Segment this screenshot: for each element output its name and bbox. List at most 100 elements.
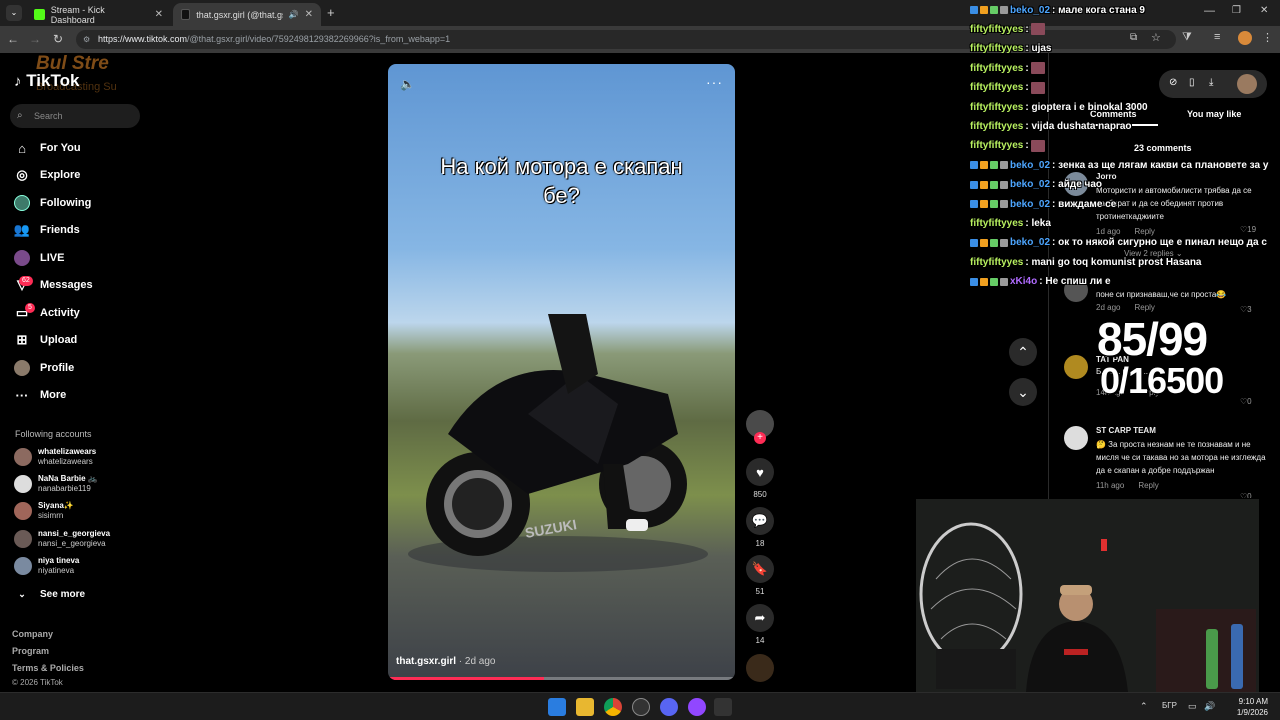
- following-accounts-title: Following accounts: [15, 429, 92, 439]
- chrome-icon[interactable]: [604, 698, 622, 716]
- volume-icon[interactable]: 🔈: [400, 77, 415, 91]
- chat-username[interactable]: beko_02: [1010, 160, 1050, 171]
- comment-button[interactable]: 💬 18: [745, 507, 775, 548]
- chat-username[interactable]: fiftyfiftyyes: [970, 140, 1023, 151]
- video-author[interactable]: that.gsxr.girl · 2d ago: [396, 656, 496, 667]
- comment-icon: 💬: [746, 507, 774, 535]
- chat-text: :: [1025, 62, 1029, 74]
- chat-username[interactable]: fiftyfiftyyes: [970, 218, 1023, 229]
- chat-message: beko_02: виждаме се: [970, 195, 1116, 213]
- chat-emote-icon: [1030, 139, 1045, 152]
- chat-username[interactable]: beko_02: [1010, 237, 1050, 248]
- see-more-button[interactable]: ⌄ See more: [14, 584, 85, 604]
- tray-overflow-icon[interactable]: ⌃: [1140, 701, 1148, 712]
- chat-text: : мале кога стана 9: [1052, 4, 1145, 16]
- chat-text: : зенка аз ще лягам какви са плановете з…: [1052, 159, 1269, 171]
- share-button[interactable]: ➦ 14: [745, 604, 775, 645]
- chat-badge-icon: [970, 238, 978, 247]
- chat-emote-icon: [1030, 81, 1045, 94]
- footer-company-link[interactable]: Company: [12, 629, 53, 639]
- reply-button[interactable]: Reply: [1138, 481, 1158, 490]
- save-button[interactable]: 🔖 51: [745, 555, 775, 596]
- next-video-button[interactable]: ⌄: [1009, 378, 1037, 406]
- chat-message: fiftyfiftyyes: leka: [970, 214, 1051, 232]
- nav-activity[interactable]: ▭ Activity: [14, 303, 80, 323]
- nav-for-you[interactable]: ⌂ For You: [14, 138, 80, 158]
- obs-icon[interactable]: [632, 698, 650, 716]
- motorcycle-image: SUZUKI: [408, 314, 708, 572]
- chat-message: fiftyfiftyyes:: [970, 20, 1045, 38]
- nav-upload[interactable]: ⊞ Upload: [14, 330, 78, 350]
- comment-like-button[interactable]: ♡0: [1240, 397, 1252, 406]
- following-account[interactable]: niya tineva niyatineva: [14, 554, 79, 578]
- comment-like-button[interactable]: ♡3: [1240, 305, 1252, 314]
- tab-tiktok[interactable]: that.gsxr.girl (@that.gsxr.gi 🔊 ✕: [173, 3, 321, 26]
- twitch-icon[interactable]: [688, 698, 706, 716]
- site-info-icon[interactable]: ⚙: [83, 30, 90, 49]
- avatar[interactable]: [1064, 426, 1088, 450]
- nav-following[interactable]: Following: [14, 193, 91, 213]
- chat-username[interactable]: fiftyfiftyyes: [970, 121, 1023, 132]
- chat-username[interactable]: fiftyfiftyyes: [970, 82, 1023, 93]
- nav-explore[interactable]: ◎ Explore: [14, 165, 80, 185]
- chat-username[interactable]: beko_02: [1010, 199, 1050, 210]
- nav-friends[interactable]: 👥 Friends: [14, 220, 80, 240]
- follow-plus-icon[interactable]: +: [754, 432, 766, 444]
- like-button[interactable]: ♥ 850: [745, 458, 775, 499]
- chat-username[interactable]: beko_02: [1010, 5, 1050, 16]
- reply-button[interactable]: Reply: [1134, 303, 1154, 312]
- video-progress-fill: [388, 677, 545, 680]
- following-account[interactable]: Siyana✨ sisimrn: [14, 499, 74, 523]
- author-avatar-button[interactable]: +: [745, 410, 775, 444]
- discord-icon[interactable]: [660, 698, 678, 716]
- chat-badge-icon: [990, 200, 998, 208]
- tray-clock[interactable]: 9:10 AM 1/9/2026: [1237, 696, 1268, 718]
- video-progress-bar[interactable]: [388, 677, 735, 680]
- windows-start-icon[interactable]: [548, 698, 566, 716]
- chat-username[interactable]: xKi4o: [1010, 276, 1037, 287]
- audio-icon[interactable]: 🔊: [289, 10, 299, 19]
- comment-like-button[interactable]: ♡0: [1240, 492, 1252, 498]
- chat-username[interactable]: fiftyfiftyyes: [970, 43, 1023, 54]
- sound-button[interactable]: [745, 654, 775, 686]
- back-button[interactable]: ←: [4, 30, 22, 48]
- nav-profile[interactable]: Profile: [14, 358, 74, 378]
- video-player[interactable]: 🔈 ··· На кой мотора е скапан бе? SUZUKI …: [388, 64, 735, 680]
- chat-username[interactable]: fiftyfiftyyes: [970, 24, 1023, 35]
- following-account[interactable]: NaNa Barbie 🚲 nanabarbie119: [14, 472, 98, 496]
- nav-live[interactable]: LIVE: [14, 248, 64, 268]
- chat-username[interactable]: fiftyfiftyyes: [970, 257, 1023, 268]
- avatar[interactable]: [1064, 355, 1088, 379]
- terminal-icon[interactable]: [714, 698, 732, 716]
- search-input[interactable]: ⌕ Search: [10, 104, 140, 128]
- chat-username[interactable]: fiftyfiftyyes: [970, 63, 1023, 74]
- video-more-icon[interactable]: ···: [706, 74, 723, 90]
- forward-button[interactable]: →: [26, 30, 44, 48]
- following-account[interactable]: whatelizawears whatelizawears: [14, 445, 96, 469]
- keyboard-language[interactable]: БГР: [1162, 701, 1177, 710]
- close-icon[interactable]: ✕: [305, 9, 313, 20]
- chat-badge-icon: [980, 6, 988, 14]
- file-explorer-icon[interactable]: [576, 698, 594, 716]
- footer-terms-link[interactable]: Terms & Policies: [12, 663, 84, 673]
- stream-chat-overlay: beko_02: мале кога стана 9 fiftyfiftyyes:…: [970, 0, 1280, 300]
- chat-text: :: [1025, 140, 1029, 152]
- reload-button[interactable]: ↻: [49, 30, 67, 48]
- volume-tray-icon[interactable]: 🔊: [1204, 701, 1215, 712]
- chat-text: : vijda dushata naprao: [1025, 120, 1132, 132]
- chat-text: : ujas: [1025, 43, 1052, 55]
- tiktok-logo[interactable]: ♪ TikTok: [14, 71, 79, 91]
- tab-search-button[interactable]: ⌄: [6, 5, 22, 21]
- network-icon[interactable]: ▭: [1188, 701, 1197, 712]
- new-tab-button[interactable]: +: [327, 5, 335, 20]
- previous-video-button[interactable]: ⌃: [1009, 338, 1037, 366]
- following-account[interactable]: nansi_e_georgieva nansi_e_georgieva: [14, 527, 110, 551]
- nav-more[interactable]: ··· More: [14, 385, 67, 405]
- avatar: [14, 475, 32, 493]
- chat-text: : leka: [1025, 217, 1051, 229]
- close-icon[interactable]: ✕: [155, 9, 163, 20]
- chat-username[interactable]: fiftyfiftyyes: [970, 102, 1023, 113]
- chat-username[interactable]: beko_02: [1010, 179, 1050, 190]
- footer-program-link[interactable]: Program: [12, 646, 49, 656]
- tab-kick-dashboard[interactable]: Stream - Kick Dashboard ✕: [26, 3, 171, 26]
